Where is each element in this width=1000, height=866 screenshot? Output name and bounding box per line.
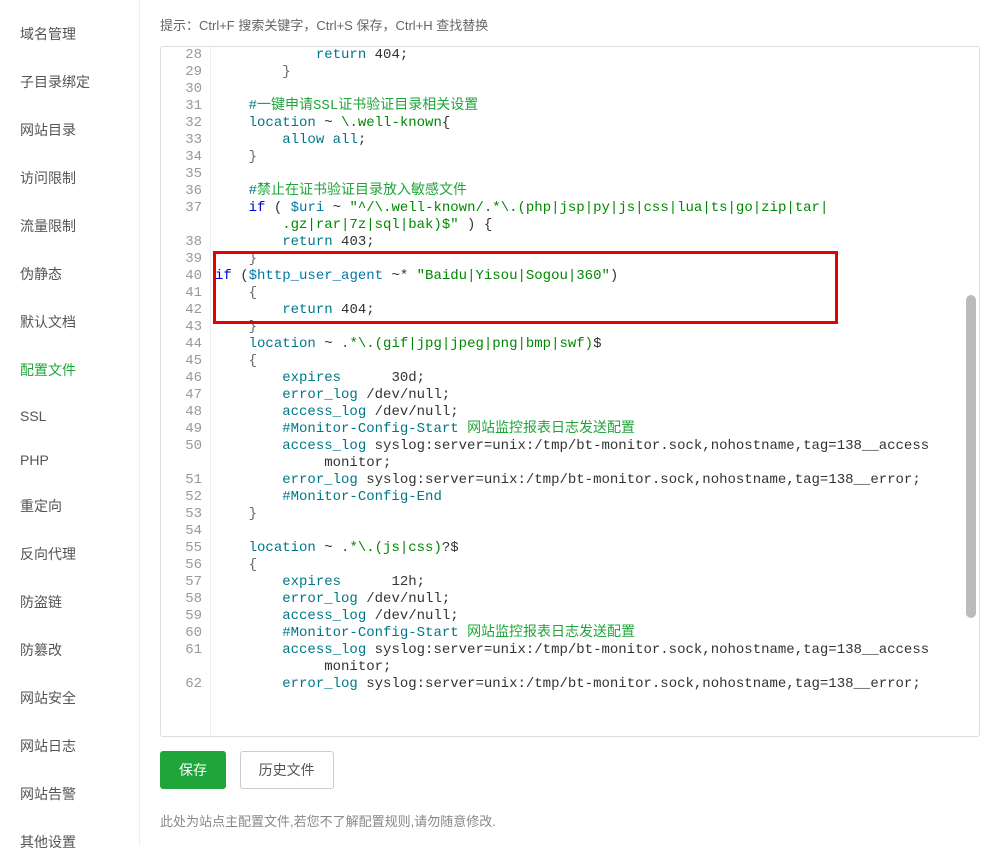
shortcut-hint: 提示：Ctrl+F 搜索关键字，Ctrl+S 保存，Ctrl+H 查找替换 (160, 15, 980, 34)
code-line[interactable]: #Monitor-Config-Start 网站监控报表日志发送配置 (215, 625, 975, 642)
code-line[interactable]: { (215, 285, 975, 302)
sidebar: 域名管理子目录绑定网站目录访问限制流量限制伪静态默认文档配置文件SSLPHP重定… (0, 0, 140, 845)
code-line[interactable] (215, 523, 975, 540)
code-content[interactable]: return 404; } #一键申请SSL证书验证目录相关设置 locatio… (211, 47, 979, 736)
code-line[interactable]: } (215, 64, 975, 81)
code-line[interactable]: monitor; (215, 659, 975, 676)
sidebar-item-1[interactable]: 子目录绑定 (0, 58, 139, 106)
history-button[interactable]: 历史文件 (240, 751, 334, 789)
code-line[interactable]: .gz|rar|7z|sql|bak)$" ) { (215, 217, 975, 234)
sidebar-item-0[interactable]: 域名管理 (0, 10, 139, 58)
code-line[interactable]: error_log /dev/null; (215, 591, 975, 608)
code-line[interactable]: #禁止在证书验证目录放入敏感文件 (215, 183, 975, 200)
sidebar-item-15[interactable]: 网站日志 (0, 722, 139, 770)
sidebar-item-16[interactable]: 网站告警 (0, 770, 139, 818)
code-line[interactable] (215, 81, 975, 98)
save-button[interactable]: 保存 (160, 751, 226, 789)
code-line[interactable]: { (215, 353, 975, 370)
code-line[interactable]: #一键申请SSL证书验证目录相关设置 (215, 98, 975, 115)
sidebar-item-12[interactable]: 防盗链 (0, 578, 139, 626)
button-row: 保存 历史文件 (160, 751, 980, 789)
sidebar-item-5[interactable]: 伪静态 (0, 250, 139, 298)
code-line[interactable]: access_log syslog:server=unix:/tmp/bt-mo… (215, 438, 975, 455)
code-line[interactable]: return 403; (215, 234, 975, 251)
code-line[interactable]: access_log syslog:server=unix:/tmp/bt-mo… (215, 642, 975, 659)
sidebar-item-11[interactable]: 反向代理 (0, 530, 139, 578)
sidebar-item-8[interactable]: SSL (0, 394, 139, 438)
sidebar-item-7[interactable]: 配置文件 (0, 346, 139, 394)
code-line[interactable]: { (215, 557, 975, 574)
code-line[interactable]: } (215, 319, 975, 336)
code-line[interactable]: if ( $uri ~ "^/\.well-known/.*\.(php|jsp… (215, 200, 975, 217)
code-line[interactable]: allow all; (215, 132, 975, 149)
code-line[interactable]: access_log /dev/null; (215, 404, 975, 421)
code-line[interactable]: #Monitor-Config-Start 网站监控报表日志发送配置 (215, 421, 975, 438)
sidebar-item-13[interactable]: 防篡改 (0, 626, 139, 674)
sidebar-item-4[interactable]: 流量限制 (0, 202, 139, 250)
code-line[interactable]: location ~ .*\.(gif|jpg|jpeg|png|bmp|swf… (215, 336, 975, 353)
code-line[interactable]: location ~ \.well-known{ (215, 115, 975, 132)
code-line[interactable]: error_log syslog:server=unix:/tmp/bt-mon… (215, 676, 975, 693)
code-line[interactable]: } (215, 149, 975, 166)
code-line[interactable]: expires 12h; (215, 574, 975, 591)
code-line[interactable]: #Monitor-Config-End (215, 489, 975, 506)
footer-hint: 此处为站点主配置文件,若您不了解配置规则,请勿随意修改. (160, 811, 980, 830)
code-line[interactable]: expires 30d; (215, 370, 975, 387)
code-line[interactable]: } (215, 251, 975, 268)
code-line[interactable]: access_log /dev/null; (215, 608, 975, 625)
code-line[interactable]: error_log syslog:server=unix:/tmp/bt-mon… (215, 472, 975, 489)
line-gutter: 2829303132333435363738394041424344454647… (161, 47, 211, 736)
main-panel: 提示：Ctrl+F 搜索关键字，Ctrl+S 保存，Ctrl+H 查找替换 28… (140, 0, 1000, 845)
code-line[interactable]: monitor; (215, 455, 975, 472)
sidebar-item-3[interactable]: 访问限制 (0, 154, 139, 202)
code-line[interactable]: if ($http_user_agent ~* "Baidu|Yisou|Sog… (215, 268, 975, 285)
sidebar-item-6[interactable]: 默认文档 (0, 298, 139, 346)
code-line[interactable]: } (215, 506, 975, 523)
code-line[interactable]: location ~ .*\.(js|css)?$ (215, 540, 975, 557)
sidebar-item-14[interactable]: 网站安全 (0, 674, 139, 722)
scrollbar-thumb[interactable] (966, 295, 976, 618)
sidebar-item-9[interactable]: PHP (0, 438, 139, 482)
code-line[interactable]: return 404; (215, 302, 975, 319)
sidebar-item-2[interactable]: 网站目录 (0, 106, 139, 154)
sidebar-item-10[interactable]: 重定向 (0, 482, 139, 530)
code-line[interactable]: error_log /dev/null; (215, 387, 975, 404)
code-editor[interactable]: 2829303132333435363738394041424344454647… (160, 46, 980, 737)
code-line[interactable]: return 404; (215, 47, 975, 64)
code-line[interactable] (215, 166, 975, 183)
sidebar-item-17[interactable]: 其他设置 (0, 818, 139, 866)
